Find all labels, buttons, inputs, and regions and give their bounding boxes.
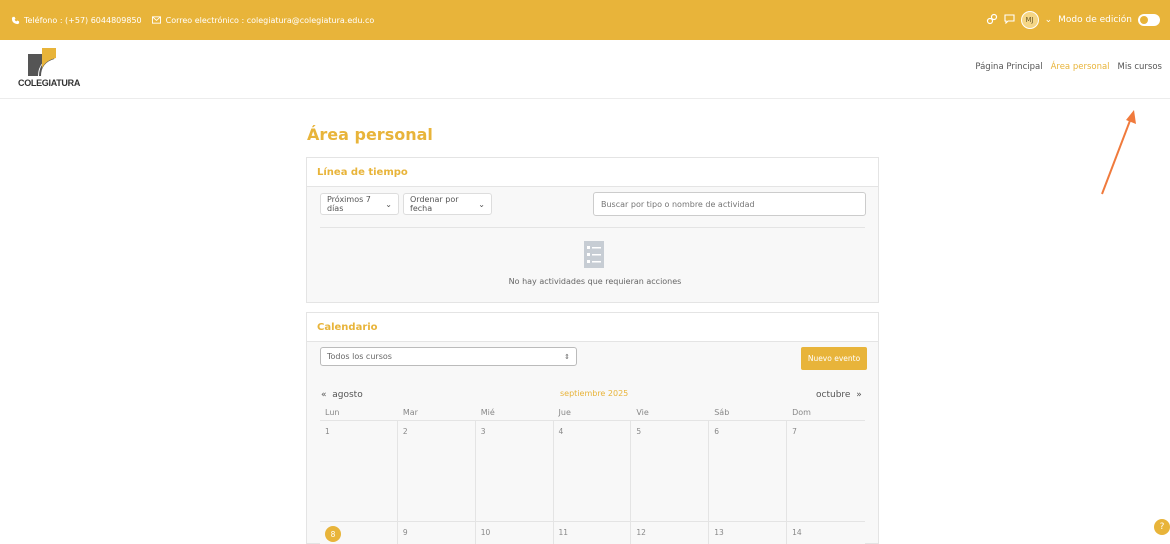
annotation-arrow-icon <box>1101 110 1136 195</box>
empty-list-icon <box>584 241 604 268</box>
avatar[interactable]: MJ <box>1020 11 1039 29</box>
logo-mark-icon <box>28 48 56 76</box>
course-select-value: Todos los cursos <box>327 352 392 361</box>
mail-icon <box>152 15 162 25</box>
calendar-day[interactable]: 1 <box>320 421 398 522</box>
divider <box>320 227 865 228</box>
weekday: Mié <box>475 406 554 421</box>
calendar-day[interactable]: 11 <box>553 522 632 544</box>
nav-my-courses[interactable]: Mis cursos <box>1118 62 1162 72</box>
today-marker: 8 <box>325 526 341 542</box>
double-chevron-right-icon: » <box>856 390 862 400</box>
calendar-day[interactable]: 6 <box>709 421 788 522</box>
logo[interactable]: COLEGIATURA <box>18 48 81 92</box>
logo-text: COLEGIATURA <box>18 78 81 88</box>
weekday: Dom <box>787 406 865 421</box>
nav-bar: COLEGIATURA Página Principal Área person… <box>0 40 1170 99</box>
calendar-day[interactable]: 14 <box>787 522 865 544</box>
weekday: Jue <box>553 406 632 421</box>
timeline-header: Línea de tiempo <box>307 158 878 187</box>
calendar-day[interactable]: 7 <box>787 421 865 522</box>
chevron-down-icon[interactable]: ⌄ <box>1045 15 1053 25</box>
current-month: septiembre 2025 <box>560 389 629 398</box>
phone-icon <box>10 15 20 25</box>
course-select[interactable]: Todos los cursos ⇕ <box>320 347 577 366</box>
main-nav: Página Principal Área personal Mis curso… <box>975 62 1162 72</box>
chevron-down-icon: ⌄ <box>385 199 392 209</box>
messages-icon[interactable] <box>1004 13 1015 27</box>
calendar-header: Calendario <box>307 313 878 342</box>
weekday: Lun <box>320 406 398 421</box>
activity-search-input[interactable] <box>593 192 866 216</box>
email-text[interactable]: Correo electrónico : colegiatura@colegia… <box>166 16 375 25</box>
select-caret-icon: ⇕ <box>564 352 570 361</box>
nav-personal-area[interactable]: Área personal <box>1051 62 1110 72</box>
prev-month-label: agosto <box>332 390 363 400</box>
days-filter-dropdown[interactable]: Próximos 7 días ⌄ <box>320 193 399 215</box>
prev-month-link[interactable]: « agosto <box>321 390 363 400</box>
chevron-down-icon: ⌄ <box>478 199 485 209</box>
help-button[interactable]: ? <box>1154 519 1170 535</box>
edit-mode-toggle[interactable] <box>1138 14 1160 26</box>
calendar-day[interactable]: 13 <box>709 522 788 544</box>
weekday: Vie <box>631 406 710 421</box>
next-month-link[interactable]: octubre » <box>816 390 862 400</box>
user-controls: MJ ⌄ Modo de edición <box>986 11 1160 29</box>
weekday-header-row: Lun Mar Mié Jue Vie Sáb Dom <box>320 406 865 421</box>
calendar-week: 8 9 10 11 12 13 14 <box>320 522 865 544</box>
nav-home[interactable]: Página Principal <box>975 62 1042 72</box>
calendar-day-today[interactable]: 8 <box>320 522 398 544</box>
calendar-day[interactable]: 9 <box>397 522 476 544</box>
calendar-day[interactable]: 2 <box>397 421 476 522</box>
weekday: Sáb <box>709 406 788 421</box>
sort-filter-label: Ordenar por fecha <box>410 195 459 213</box>
calendar-week: 1 2 3 4 5 6 7 <box>320 421 865 522</box>
days-filter-label: Próximos 7 días <box>327 195 371 213</box>
weekday: Mar <box>397 406 476 421</box>
top-bar: Teléfono : (+57) 6044809850 Correo elect… <box>0 0 1170 40</box>
calendar-day[interactable]: 10 <box>475 522 554 544</box>
calendar-day[interactable]: 3 <box>475 421 554 522</box>
phone-text: Teléfono : (+57) 6044809850 <box>24 15 142 25</box>
notifications-icon[interactable] <box>986 13 998 28</box>
sort-filter-dropdown[interactable]: Ordenar por fecha ⌄ <box>403 193 492 215</box>
empty-message: No hay actividades que requieran accione… <box>508 277 682 286</box>
calendar-grid: Lun Mar Mié Jue Vie Sáb Dom 1 2 3 4 5 6 … <box>320 406 865 544</box>
calendar-day[interactable]: 4 <box>553 421 632 522</box>
new-event-button[interactable]: Nuevo evento <box>801 347 867 370</box>
calendar-day[interactable]: 12 <box>631 522 710 544</box>
next-month-label: octubre <box>816 390 851 400</box>
double-chevron-left-icon: « <box>321 390 327 400</box>
edit-mode-label: Modo de edición <box>1058 15 1132 25</box>
calendar-day[interactable]: 5 <box>631 421 710 522</box>
contact-info: Teléfono : (+57) 6044809850 Correo elect… <box>10 15 374 25</box>
page-title: Área personal <box>307 125 433 144</box>
